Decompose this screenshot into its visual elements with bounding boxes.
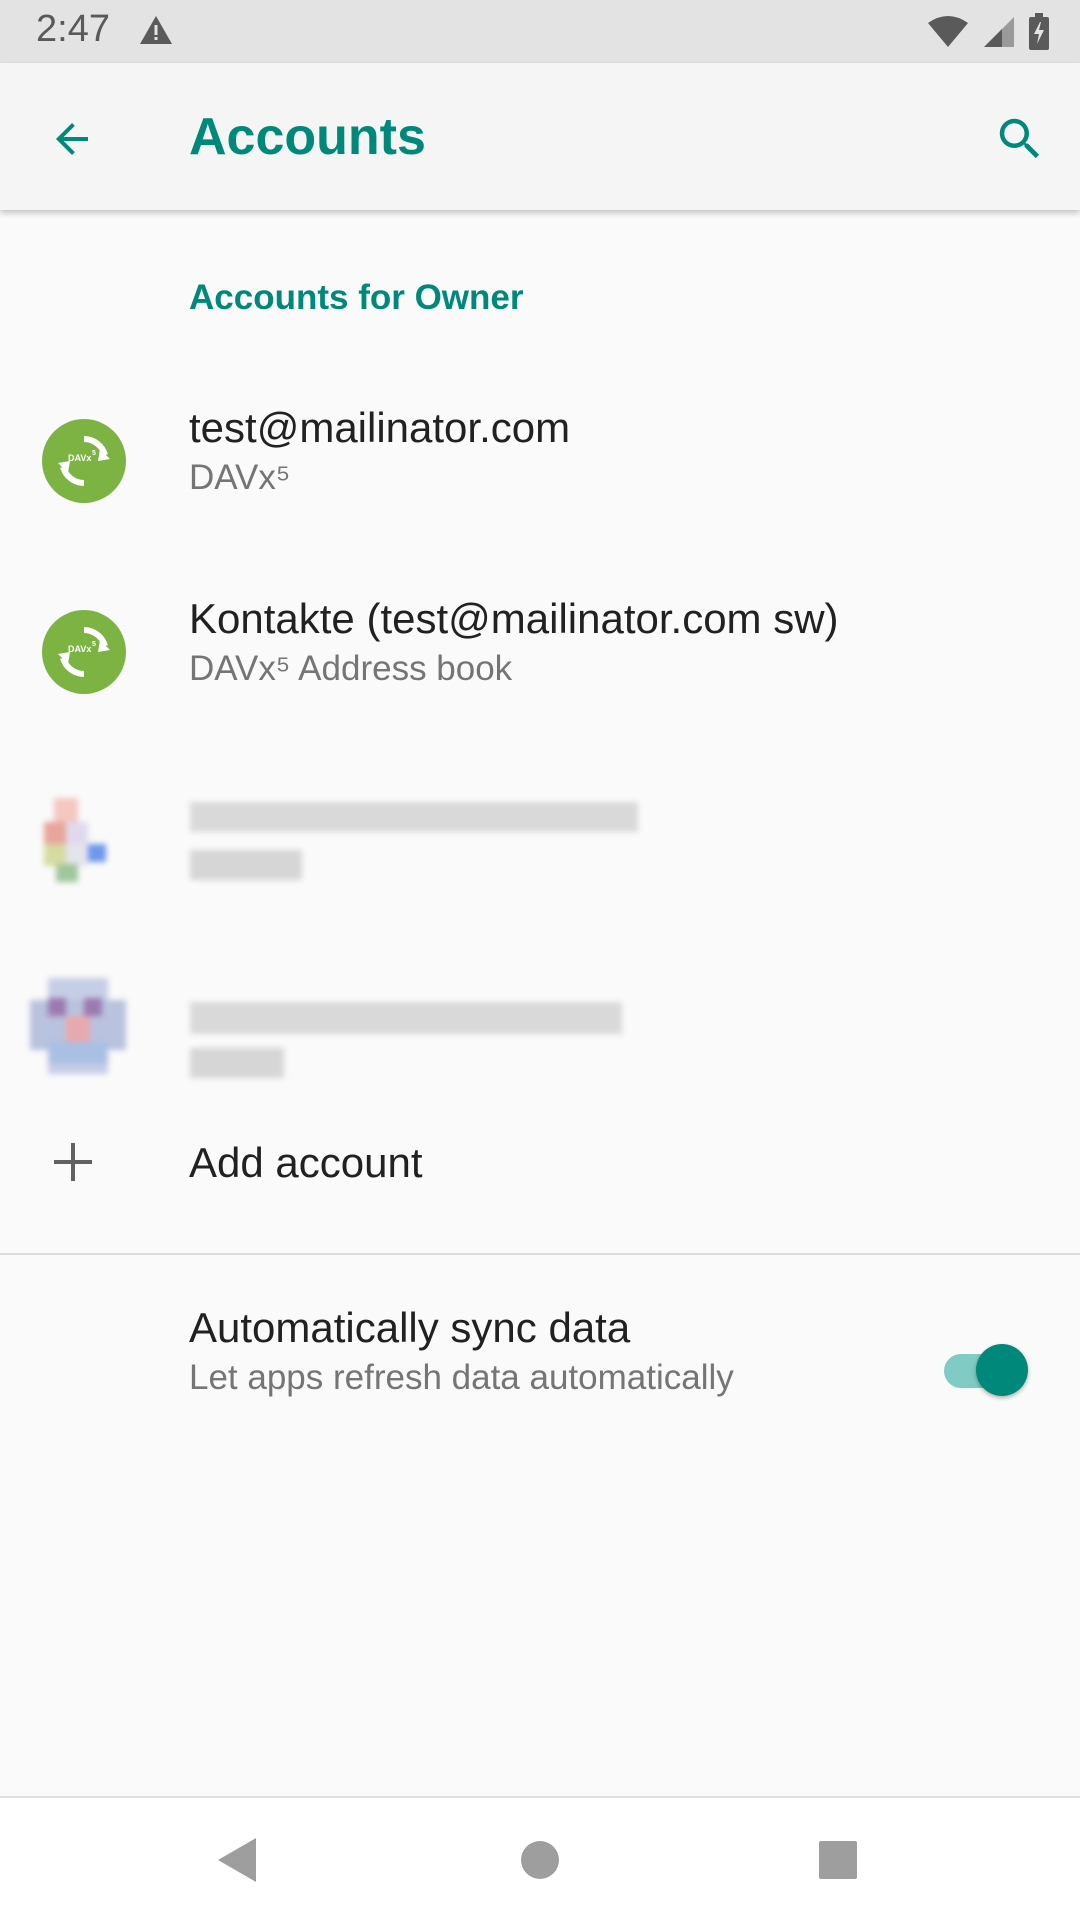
account-title: Kontakte (test@mailinator.com sw) <box>189 595 839 642</box>
search-button[interactable] <box>984 103 1056 175</box>
signal-icon <box>984 17 1014 47</box>
blurred-account-title <box>190 802 638 832</box>
svg-text:DAVx: DAVx <box>68 644 91 654</box>
wifi-icon <box>928 16 968 47</box>
account-item[interactable]: DAVx 5 test@mailinator.com DAVx⁵ <box>0 366 1080 556</box>
auto-sync-toggle[interactable] <box>944 1342 1030 1396</box>
status-icons <box>926 12 1050 52</box>
account-title: test@mailinator.com <box>189 404 571 451</box>
page-title: Accounts <box>189 108 426 166</box>
blurred-account-title <box>190 1002 622 1034</box>
blurred-account-subtitle <box>190 1048 284 1078</box>
add-account-label: Add account <box>189 1139 423 1186</box>
home-circle-icon <box>521 1841 559 1879</box>
account-avatar-icon <box>30 978 126 1074</box>
account-item[interactable] <box>0 748 1080 938</box>
navigation-bar <box>0 1796 1080 1920</box>
account-subtitle: DAVx⁵ Address book <box>189 649 513 688</box>
svg-text:5: 5 <box>92 641 96 648</box>
search-icon <box>999 118 1040 159</box>
section-header: Accounts for Owner <box>189 278 524 317</box>
plus-icon <box>54 1143 92 1181</box>
status-time: 2:47 <box>36 8 110 50</box>
account-subtitle: DAVx⁵ <box>189 458 291 497</box>
nav-recents-button[interactable] <box>806 1828 870 1892</box>
nav-back-button[interactable] <box>206 1828 270 1892</box>
auto-sync-title: Automatically sync data <box>189 1304 631 1351</box>
davx5-sync-icon: DAVx 5 <box>42 419 126 503</box>
auto-sync-setting[interactable]: Automatically sync data Let apps refresh… <box>0 1256 1080 1406</box>
recents-square-icon <box>819 1841 857 1879</box>
svg-text:DAVx: DAVx <box>68 453 91 463</box>
nav-home-button[interactable] <box>508 1828 572 1892</box>
arrow-back-icon <box>56 123 88 155</box>
app-bar: Accounts <box>0 63 1080 210</box>
blurred-account-subtitle <box>190 850 302 880</box>
status-bar: 2:47 <box>0 0 1080 63</box>
davx5-sync-icon: DAVx 5 <box>42 610 126 694</box>
auto-sync-subtitle: Let apps refresh data automatically <box>189 1358 734 1397</box>
account-item[interactable]: DAVx 5 Kontakte (test@mailinator.com sw)… <box>0 557 1080 747</box>
warning-icon <box>140 16 172 44</box>
google-account-icon <box>44 798 110 888</box>
svg-text:5: 5 <box>92 450 96 457</box>
divider <box>0 1253 1080 1255</box>
add-account-button[interactable]: Add account <box>0 1095 1080 1235</box>
back-button[interactable] <box>36 103 108 175</box>
back-triangle-icon <box>218 1838 256 1882</box>
toggle-thumb <box>976 1344 1028 1396</box>
battery-icon <box>1029 13 1049 50</box>
